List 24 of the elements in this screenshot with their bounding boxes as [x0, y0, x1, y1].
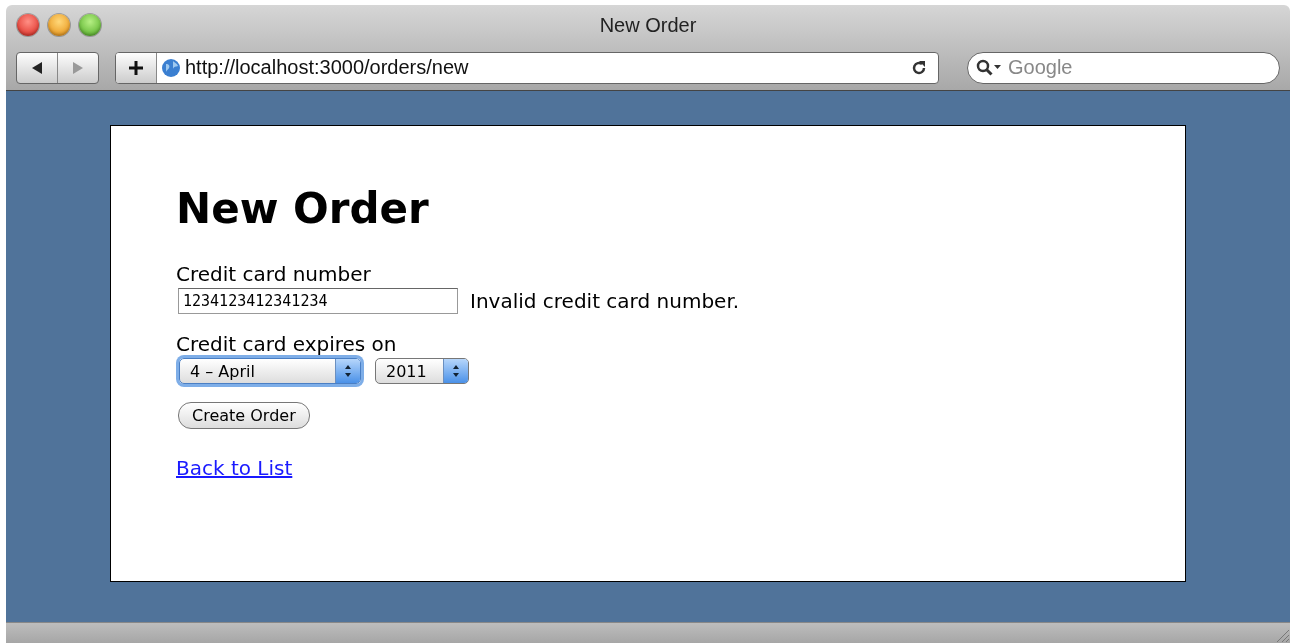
search-icon: [976, 58, 1002, 77]
reload-icon[interactable]: [910, 58, 928, 77]
search-field[interactable]: Google: [967, 51, 1280, 84]
create-order-button[interactable]: Create Order: [178, 402, 310, 430]
add-bookmark-button[interactable]: [116, 52, 157, 83]
close-button[interactable]: [17, 14, 39, 36]
field-label: Credit card expires on: [176, 332, 398, 357]
stepper-icon: [452, 364, 460, 379]
plus-icon: [128, 59, 144, 76]
field-label: Credit card number: [176, 262, 372, 287]
window-title: New Order: [599, 13, 697, 37]
left-triangle-icon: [31, 60, 43, 75]
error-message: Invalid credit card number.: [470, 289, 740, 314]
dropdown[interactable]: 4 – April: [179, 358, 361, 385]
page-heading: New Order: [176, 186, 430, 233]
resize-grip-icon[interactable]: [1274, 627, 1290, 643]
card-number-field[interactable]: 1234123412341234: [178, 288, 458, 315]
right-triangle-icon: [72, 60, 84, 75]
address-field[interactable]: http://localhost:3000/orders/new: [115, 51, 939, 84]
url-text: http://localhost:3000/orders/new: [185, 56, 470, 79]
globe-icon: [161, 57, 181, 78]
stepper-icon: [344, 364, 352, 379]
dropdown[interactable]: 2011: [375, 358, 469, 385]
back-to-list-link[interactable]: Back to List: [176, 456, 293, 481]
